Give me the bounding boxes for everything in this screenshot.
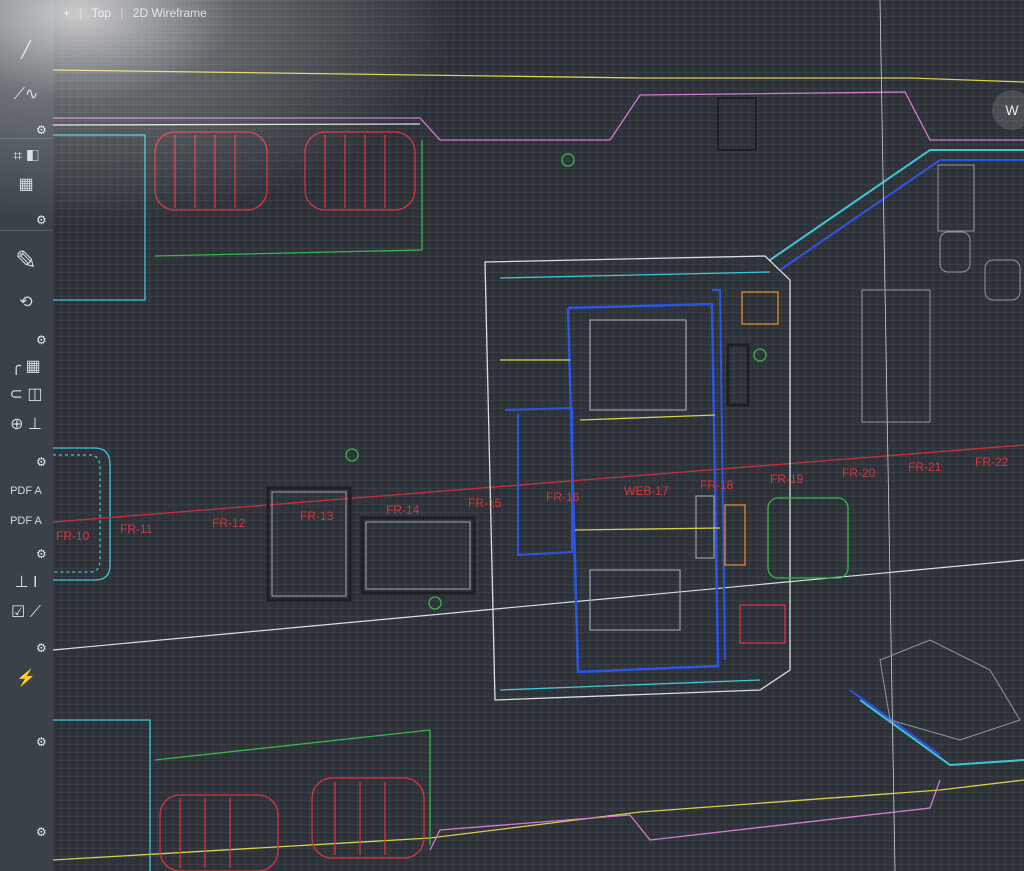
crop-icon[interactable]: ⌗ ◧ [4,146,48,168]
divider [0,138,53,139]
gear-icon[interactable]: ⚙ [36,214,48,226]
cad-drawing[interactable]: FR-10 FR-11 FR-12 FR-13 FR-14 FR-15 FR-1… [53,0,1024,871]
measure-icon[interactable]: ⊕ ⊥ [4,414,48,436]
check-icon[interactable]: ☑ ⟋ [4,602,48,624]
frame-label: FR-14 [386,503,420,517]
frame-label: WEB-17 [624,484,669,498]
frame-label: FR-20 [842,466,876,480]
equipment-blocks [266,486,476,602]
frame-label: FR-18 [700,478,734,492]
viewcube[interactable]: W [992,90,1024,130]
accommodation-fixtures [717,97,1021,741]
cad-application: ╱ ⟋∿ ⚙ ⌗ ◧ ▦ ⚙ ✎ ⟲ ⚙ ╭ ▦ ⊂ ◫ ⊕ ⊥ ⚙ PDF A… [0,0,1024,871]
lightning-icon[interactable]: ⚡ [4,668,48,690]
pdf-text-icon[interactable]: PDF A [4,510,48,532]
rotate-icon[interactable]: ⟲ [4,292,48,314]
dimension-icon[interactable]: ⊥ Ι [4,572,48,594]
green-dimensions [154,140,767,845]
frame-label: FR-15 [468,496,502,510]
tool-palette: ╱ ⟋∿ ⚙ ⌗ ◧ ▦ ⚙ ✎ ⟲ ⚙ ╭ ▦ ⊂ ◫ ⊕ ⊥ ⚙ PDF A… [0,0,54,871]
frame-labels: FR-10 FR-11 FR-12 FR-13 FR-14 FR-15 FR-1… [56,455,1009,543]
pdf-import-icon[interactable]: PDF A [4,480,48,502]
divider [0,230,53,231]
frame-label: FR-16 [546,490,580,504]
cyan-boundaries [53,134,151,871]
frame-label: FR-22 [975,455,1009,469]
frame-label: FR-11 [120,522,153,536]
drawing-canvas[interactable]: + | Top | 2D Wireframe FR-10 FR-11 FR-12… [53,0,1024,871]
layer-edit-icon[interactable]: ✎ [4,244,48,276]
gear-icon[interactable]: ⚙ [36,736,48,748]
frame-label: FR-13 [300,509,334,523]
red-tanks [154,131,425,871]
frame-label: FR-10 [56,529,90,543]
pdf-label: PDF [10,485,33,497]
fillet-icon[interactable]: ╭ ▦ [4,356,48,378]
gear-icon[interactable]: ⚙ [36,334,48,346]
gear-icon[interactable]: ⚙ [36,642,48,654]
frame-label: FR-19 [770,472,804,486]
pdf-label: PDF [10,515,33,527]
frame-label: FR-21 [908,460,942,474]
gear-icon[interactable]: ⚙ [36,826,48,838]
gear-icon[interactable]: ⚙ [36,456,48,468]
frame-centerline [53,0,1024,871]
frame-label: FR-12 [212,516,246,530]
hull-outline [53,69,1024,861]
gear-icon[interactable]: ⚙ [36,548,48,560]
line-icon[interactable]: ╱ [4,40,48,62]
gear-icon[interactable]: ⚙ [36,124,48,136]
array-icon[interactable]: ⊂ ◫ [4,384,48,406]
polyline-icon[interactable]: ⟋∿ [4,84,48,106]
hatch-icon[interactable]: ▦ [4,174,48,196]
